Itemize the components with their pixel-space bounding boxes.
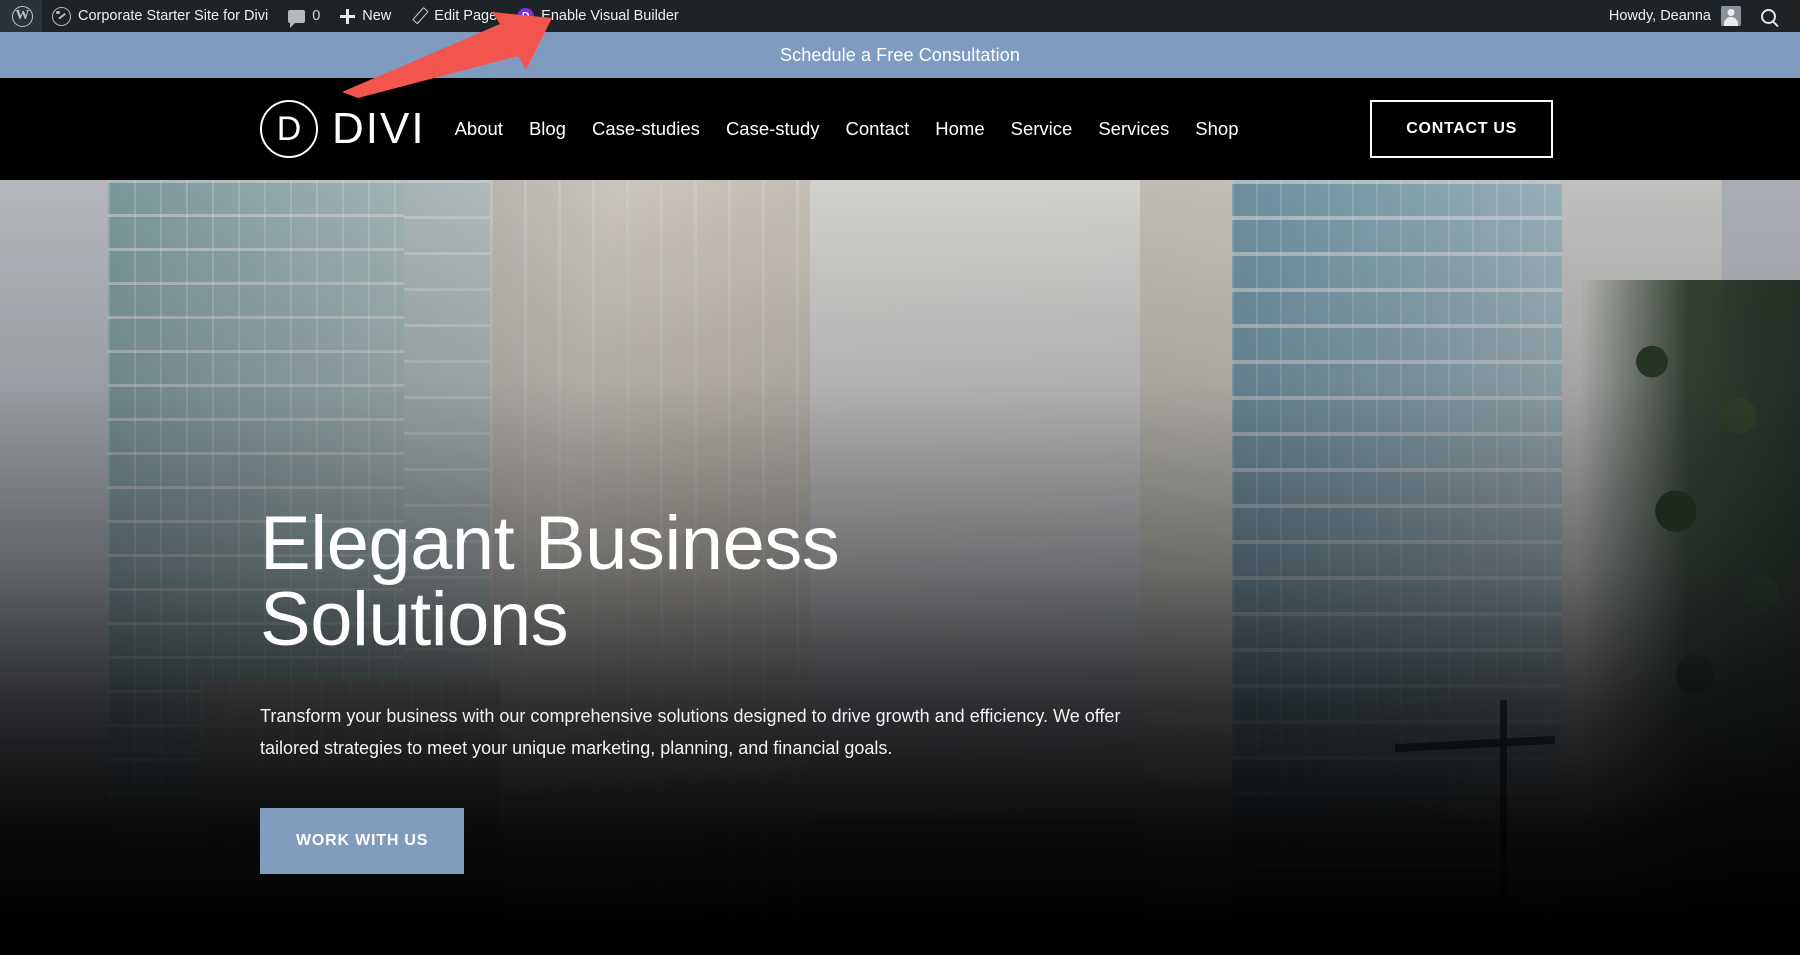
- admin-bar-right-group: Howdy, Deanna: [1599, 0, 1800, 32]
- new-content-menu[interactable]: New: [330, 0, 401, 32]
- nav-item-case-studies[interactable]: Case-studies: [592, 118, 700, 140]
- divi-icon: D: [517, 7, 535, 25]
- hero-title-line-1: Elegant Business: [260, 501, 840, 586]
- site-name-menu[interactable]: Corporate Starter Site for Divi: [42, 0, 278, 32]
- promo-banner-text[interactable]: Schedule a Free Consultation: [780, 45, 1020, 66]
- plus-icon: [340, 8, 356, 24]
- contact-us-button[interactable]: CONTACT US: [1370, 100, 1553, 158]
- comment-icon: [288, 9, 306, 28]
- hero-subtitle: Transform your business with our compreh…: [260, 706, 1121, 759]
- nav-item-blog[interactable]: Blog: [529, 118, 566, 140]
- hero-title-line-2: Solutions: [260, 577, 569, 662]
- nav-item-about[interactable]: About: [455, 118, 503, 140]
- site-name-label: Corporate Starter Site for Divi: [78, 8, 269, 24]
- hero-section: Elegant Business Solutions Transform you…: [0, 180, 1800, 955]
- promo-banner[interactable]: Schedule a Free Consultation: [0, 32, 1800, 78]
- nav-item-shop[interactable]: Shop: [1195, 118, 1238, 140]
- hero-title: Elegant Business Solutions: [260, 506, 1180, 658]
- site-logo-wordmark: DIVI: [332, 104, 426, 153]
- dashboard-icon: [52, 6, 71, 26]
- edit-page-button[interactable]: Edit Page: [401, 0, 507, 32]
- my-account-menu[interactable]: Howdy, Deanna: [1599, 0, 1751, 32]
- wordpress-logo-menu[interactable]: W: [0, 0, 42, 32]
- pencil-icon: [411, 8, 427, 24]
- edit-page-label: Edit Page: [434, 8, 498, 24]
- enable-visual-builder-label: Enable Visual Builder: [541, 8, 679, 24]
- comments-menu[interactable]: 0: [278, 0, 330, 32]
- nav-item-services[interactable]: Services: [1098, 118, 1169, 140]
- work-with-us-button[interactable]: WORK WITH US: [260, 808, 465, 875]
- admin-bar-search-button[interactable]: [1751, 0, 1786, 32]
- nav-item-service[interactable]: Service: [1011, 118, 1073, 140]
- divi-logo-icon: D: [260, 100, 318, 158]
- wordpress-icon: W: [12, 5, 33, 27]
- howdy-label: Howdy, Deanna: [1608, 8, 1711, 24]
- header-inner: D DIVI About Blog Case-studies Case-stud…: [0, 100, 1800, 158]
- nav-item-home[interactable]: Home: [935, 118, 984, 140]
- nav-item-contact[interactable]: Contact: [846, 118, 910, 140]
- site-logo[interactable]: D DIVI: [260, 100, 426, 158]
- enable-visual-builder-button[interactable]: D Enable Visual Builder: [507, 0, 689, 32]
- new-label: New: [362, 8, 392, 24]
- hero-content: Elegant Business Solutions Transform you…: [260, 506, 1180, 875]
- wp-admin-bar: W Corporate Starter Site for Divi 0 New …: [0, 0, 1800, 32]
- comment-count-label: 0: [312, 8, 321, 24]
- nav-item-case-study[interactable]: Case-study: [726, 118, 820, 140]
- avatar: [1721, 6, 1741, 26]
- primary-navigation: About Blog Case-studies Case-study Conta…: [455, 118, 1239, 140]
- search-icon: [1761, 8, 1776, 24]
- site-header: D DIVI About Blog Case-studies Case-stud…: [0, 78, 1800, 180]
- admin-bar-left-group: W Corporate Starter Site for Divi 0 New …: [0, 0, 689, 32]
